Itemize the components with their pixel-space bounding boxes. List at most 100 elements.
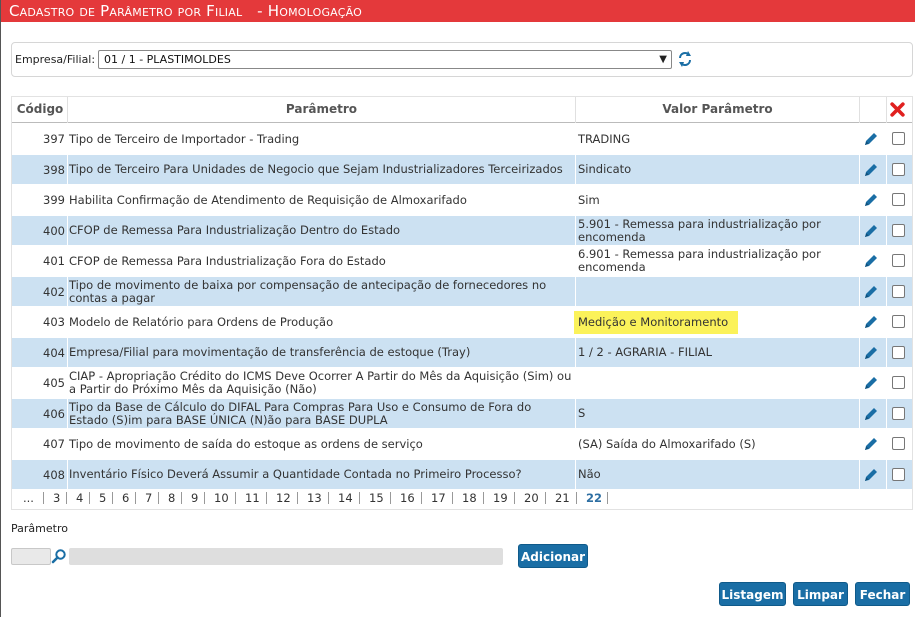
page-link-12[interactable]: 12 bbox=[276, 491, 291, 505]
pagination: ... 3 4 5 6 7 8 9 10 11 12 13 14 15 16 17 18 19 20 21 22 bbox=[12, 485, 912, 509]
edit-pencil-icon[interactable] bbox=[862, 374, 880, 392]
page-link-21[interactable]: 21 bbox=[555, 491, 570, 505]
cell-valor-text: Sindicato bbox=[578, 162, 632, 176]
page-ellipsis[interactable]: ... bbox=[23, 491, 34, 505]
edit-pencil-icon[interactable] bbox=[862, 313, 880, 331]
page-link-15[interactable]: 15 bbox=[369, 491, 384, 505]
add-button[interactable]: Adicionar bbox=[518, 544, 588, 568]
edit-pencil-icon[interactable] bbox=[862, 283, 880, 301]
cell-valor bbox=[578, 277, 858, 307]
cell-codigo: 398 bbox=[43, 162, 65, 177]
row-select-checkbox[interactable] bbox=[892, 223, 905, 237]
header-codigo[interactable]: Código bbox=[12, 97, 68, 123]
cell-parametro: CIAP - Apropriação Crédito do ICMS Deve … bbox=[69, 369, 572, 396]
page-link-8[interactable]: 8 bbox=[168, 491, 175, 505]
cell-codigo: 406 bbox=[43, 406, 65, 421]
table-row[interactable]: 397 Tipo de Terceiro de Importador - Trad… bbox=[12, 124, 912, 154]
cell-parametro: Habilita Confirmação de Atendimento de R… bbox=[69, 192, 467, 207]
cell-codigo: 407 bbox=[43, 437, 65, 451]
cell-valor-text: 5.901 - Remessa para industrialização po… bbox=[578, 216, 821, 244]
filter-panel: Empresa/Filial: 01 / 1 - PLASTIMOLDES ▼ bbox=[11, 42, 913, 77]
page-link-3[interactable]: 3 bbox=[53, 491, 60, 505]
page-link-10[interactable]: 10 bbox=[214, 491, 229, 505]
row-select-checkbox[interactable] bbox=[892, 345, 905, 359]
edit-pencil-icon[interactable] bbox=[862, 161, 880, 179]
cell-parametro: Tipo de Terceiro de Importador - Trading bbox=[69, 131, 300, 146]
cell-valor: Sindicato bbox=[578, 155, 858, 185]
table-row[interactable]: 401 CFOP de Remessa Para Industrialização… bbox=[12, 246, 912, 276]
edit-pencil-icon[interactable] bbox=[862, 435, 880, 453]
row-select-checkbox[interactable] bbox=[892, 437, 905, 450]
cell-valor: TRADING bbox=[578, 124, 858, 154]
cell-codigo: 401 bbox=[43, 254, 65, 268]
list-button[interactable]: Listagem bbox=[719, 582, 786, 606]
delete-selected-icon[interactable] bbox=[890, 102, 905, 117]
cell-parametro: Tipo de movimento de saída do estoque as… bbox=[69, 436, 423, 451]
parameters-table: Código Parâmetro Valor Parâmetro 397 Tipo… bbox=[11, 96, 913, 510]
page-link-7[interactable]: 7 bbox=[145, 491, 152, 505]
page-link-16[interactable]: 16 bbox=[400, 491, 415, 505]
cell-parametro: Tipo de movimento de baixa por compensaç… bbox=[69, 277, 547, 305]
cell-codigo: 399 bbox=[43, 193, 65, 207]
edit-pencil-icon[interactable] bbox=[862, 222, 880, 240]
cell-valor-text: TRADING bbox=[578, 131, 631, 146]
edit-pencil-icon[interactable] bbox=[862, 405, 880, 423]
cell-valor: 5.901 - Remessa para industrialização po… bbox=[578, 216, 858, 246]
page-link-4[interactable]: 4 bbox=[76, 491, 83, 505]
row-select-checkbox[interactable] bbox=[892, 193, 905, 206]
edit-pencil-icon[interactable] bbox=[862, 252, 880, 270]
table-row[interactable]: 398 Tipo de Terceiro Para Unidades de Neg… bbox=[12, 154, 912, 185]
cell-parametro: CFOP de Remessa Para Industrialização Fo… bbox=[69, 253, 386, 268]
page-link-13[interactable]: 13 bbox=[307, 491, 322, 505]
cell-parametro: Tipo da Base de Cálculo do DIFAL Para Co… bbox=[69, 399, 532, 427]
cell-codigo: 403 bbox=[43, 315, 65, 329]
table-row[interactable]: 400 CFOP de Remessa Para Industrialização… bbox=[12, 215, 912, 246]
clear-button[interactable]: Limpar bbox=[793, 582, 848, 606]
table-row[interactable]: 399 Habilita Confirmação de Atendimento d… bbox=[12, 185, 912, 215]
row-select-checkbox[interactable] bbox=[892, 132, 905, 145]
edit-pencil-icon[interactable] bbox=[862, 130, 880, 148]
edit-pencil-icon[interactable] bbox=[862, 191, 880, 209]
page-link-9[interactable]: 9 bbox=[191, 491, 198, 505]
row-select-checkbox[interactable] bbox=[892, 406, 905, 420]
page-link-18[interactable]: 18 bbox=[462, 491, 477, 505]
company-branch-label: Empresa/Filial: bbox=[15, 53, 96, 66]
row-select-checkbox[interactable] bbox=[892, 254, 905, 267]
company-branch-select[interactable]: 01 / 1 - PLASTIMOLDES ▼ bbox=[98, 50, 672, 69]
page-link-14[interactable]: 14 bbox=[338, 491, 353, 505]
cell-parametro: Empresa/Filial para movimentação de tran… bbox=[69, 345, 471, 359]
row-select-checkbox[interactable] bbox=[892, 315, 905, 328]
table-row[interactable]: 402 Tipo de movimento de baixa por compen… bbox=[12, 276, 912, 307]
edit-pencil-icon[interactable] bbox=[862, 466, 880, 484]
row-select-checkbox[interactable] bbox=[892, 284, 905, 298]
table-row[interactable]: 404 Empresa/Filial para movimentação de t… bbox=[12, 337, 912, 368]
refresh-icon[interactable] bbox=[676, 50, 694, 68]
header-parametro[interactable]: Parâmetro bbox=[68, 97, 575, 123]
page-link-19[interactable]: 19 bbox=[493, 491, 508, 505]
chevron-down-icon: ▼ bbox=[659, 54, 667, 65]
edit-pencil-icon[interactable] bbox=[862, 344, 880, 362]
page-link-22[interactable]: 22 bbox=[586, 491, 602, 505]
cell-parametro: CFOP de Remessa Para Industrialização De… bbox=[69, 223, 401, 237]
company-branch-value: 01 / 1 - PLASTIMOLDES bbox=[104, 53, 231, 66]
page-link-11[interactable]: 11 bbox=[245, 491, 260, 505]
row-select-checkbox[interactable] bbox=[892, 162, 905, 176]
page-link-17[interactable]: 17 bbox=[431, 491, 446, 505]
header-valor[interactable]: Valor Parâmetro bbox=[575, 97, 860, 123]
table-row[interactable]: 407 Tipo de movimento de saída do estoque… bbox=[12, 429, 912, 459]
table-header: Código Parâmetro Valor Parâmetro bbox=[12, 97, 912, 123]
cell-valor-text: Sim bbox=[578, 192, 600, 207]
cell-codigo: 402 bbox=[43, 284, 65, 299]
page-link-5[interactable]: 5 bbox=[99, 491, 106, 505]
row-select-checkbox[interactable] bbox=[892, 467, 905, 481]
param-code-input[interactable] bbox=[11, 548, 51, 565]
page-link-20[interactable]: 20 bbox=[524, 491, 539, 505]
cell-valor-text: Não bbox=[578, 467, 601, 481]
table-row[interactable]: 403 Modelo de Relatório para Ordens de Pr… bbox=[12, 307, 912, 337]
close-button[interactable]: Fechar bbox=[855, 582, 910, 606]
table-row[interactable]: 405 CIAP - Apropriação Crédito do ICMS De… bbox=[12, 368, 912, 398]
row-select-checkbox[interactable] bbox=[892, 376, 905, 389]
table-row[interactable]: 406 Tipo da Base de Cálculo do DIFAL Para… bbox=[12, 398, 912, 429]
page-link-6[interactable]: 6 bbox=[122, 491, 129, 505]
lookup-search-icon[interactable] bbox=[51, 548, 67, 564]
